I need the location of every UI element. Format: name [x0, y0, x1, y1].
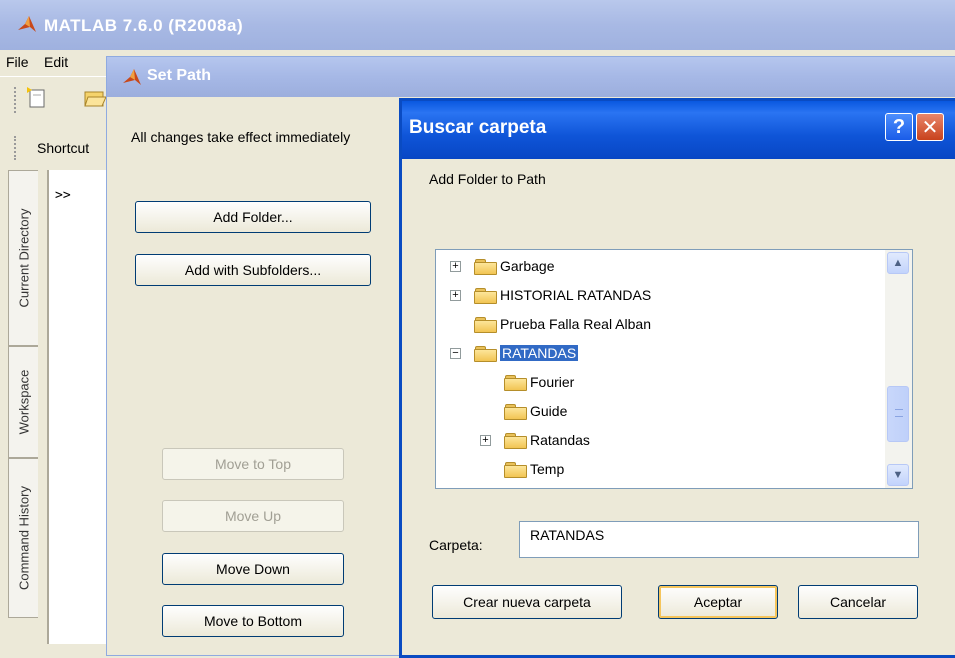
- shortcut-grip[interactable]: [14, 136, 16, 160]
- tree-item[interactable]: Prueba Falla Real Alban: [436, 312, 876, 338]
- tree-item-label: HISTORIAL RATANDAS: [500, 287, 651, 303]
- tree-item[interactable]: + HISTORIAL RATANDAS: [436, 283, 876, 309]
- browse-titlebar: Buscar carpeta ? ✕: [402, 101, 955, 159]
- toolbar-grip[interactable]: [14, 87, 16, 113]
- tab-command-history[interactable]: Command History: [8, 458, 38, 618]
- folder-tree[interactable]: + Garbage + HISTORIAL RATANDAS Prueba Falla …: [435, 249, 913, 489]
- collapse-icon[interactable]: −: [450, 348, 461, 359]
- matlab-logo-icon: [123, 69, 141, 85]
- tab-current-directory[interactable]: Current Directory: [8, 170, 38, 346]
- new-file-icon[interactable]: [24, 85, 50, 111]
- tree-item-text: Guide: [530, 403, 568, 419]
- main-menubar: File Edit: [0, 50, 120, 76]
- tree-item[interactable]: + Garbage: [436, 254, 876, 280]
- tab-label: Current Directory: [16, 208, 31, 308]
- tree-item-text: Temp: [530, 461, 565, 477]
- folder-icon: [474, 287, 498, 304]
- tree-item-label: Prueba Falla Real Alban: [500, 316, 651, 332]
- shortcut-label[interactable]: Shortcut: [37, 140, 89, 156]
- tree-item-label: Garbage: [500, 258, 554, 274]
- add-folder-button[interactable]: Add Folder...: [135, 201, 371, 233]
- tab-workspace[interactable]: Workspace: [8, 346, 38, 458]
- ok-button[interactable]: Aceptar: [658, 585, 778, 619]
- folder-icon: [504, 403, 528, 420]
- side-tab-strip: Current Directory Workspace Command Hist…: [0, 170, 48, 644]
- scroll-up-icon[interactable]: ▲: [887, 252, 909, 274]
- main-toolbar: [0, 76, 120, 122]
- expand-icon[interactable]: +: [450, 261, 461, 272]
- tree-item-text: RATANDAS: [500, 345, 579, 361]
- folder-input[interactable]: [519, 521, 919, 558]
- command-prompt: >>: [55, 188, 71, 203]
- folder-icon: [504, 461, 528, 478]
- tree-item-text: Ratandas: [530, 432, 590, 448]
- browse-title: Buscar carpeta: [409, 117, 547, 138]
- menu-file[interactable]: File: [6, 54, 29, 70]
- add-with-subfolders-button[interactable]: Add with Subfolders...: [135, 254, 371, 286]
- tab-label: Workspace: [16, 369, 31, 435]
- tree-item-label: RATANDAS: [500, 345, 579, 361]
- folder-icon: [474, 258, 498, 275]
- scroll-thumb[interactable]: [887, 386, 909, 442]
- tree-item-text: Fourier: [530, 374, 575, 390]
- move-to-top-button[interactable]: Move to Top: [162, 448, 344, 480]
- tree-item-label: Guide: [530, 403, 567, 419]
- set-path-title: Set Path: [147, 67, 212, 84]
- tree-item-text: Prueba Falla Real Alban: [500, 316, 651, 332]
- tree-item-label: Ratandas: [530, 432, 590, 448]
- main-titlebar: MATLAB 7.6.0 (R2008a): [0, 0, 955, 50]
- tab-label: Command History: [16, 485, 31, 591]
- tree-item-label: Temp: [530, 461, 564, 477]
- tree-item-label: Fourier: [530, 374, 574, 390]
- tree-item[interactable]: Temp: [436, 457, 876, 483]
- folder-icon: [474, 316, 498, 333]
- move-down-button[interactable]: Move Down: [162, 553, 344, 585]
- set-path-titlebar: Set Path: [107, 57, 955, 97]
- menu-edit[interactable]: Edit: [44, 54, 68, 70]
- expand-icon[interactable]: +: [480, 435, 491, 446]
- expand-icon[interactable]: +: [450, 290, 461, 301]
- browse-instruction: Add Folder to Path: [429, 171, 546, 187]
- set-path-info-text: All changes take effect immediately: [131, 129, 351, 145]
- folder-icon: [474, 345, 498, 362]
- move-to-bottom-button[interactable]: Move to Bottom: [162, 605, 344, 637]
- new-folder-button[interactable]: Crear nueva carpeta: [432, 585, 622, 619]
- folder-label: Carpeta:: [429, 537, 483, 553]
- main-window-title: MATLAB 7.6.0 (R2008a): [44, 16, 244, 35]
- tree-item[interactable]: − RATANDAS: [436, 341, 876, 367]
- browse-folder-dialog: Buscar carpeta ? ✕ Add Folder to Path + G…: [399, 98, 955, 658]
- tree-item[interactable]: Guide: [436, 399, 876, 425]
- scroll-thumb-grip: [895, 409, 903, 417]
- cancel-button[interactable]: Cancelar: [798, 585, 918, 619]
- close-button[interactable]: ✕: [916, 113, 944, 141]
- folder-icon: [504, 432, 528, 449]
- tree-item[interactable]: Fourier: [436, 370, 876, 396]
- move-up-button[interactable]: Move Up: [162, 500, 344, 532]
- shortcut-bar: Shortcut: [0, 130, 120, 166]
- help-button[interactable]: ?: [885, 113, 913, 141]
- tree-item[interactable]: + Ratandas: [436, 428, 876, 454]
- tree-item-text: HISTORIAL RATANDAS: [500, 287, 652, 303]
- matlab-logo-icon: [18, 16, 36, 32]
- tree-item-text: Garbage: [500, 258, 555, 274]
- folder-icon: [504, 374, 528, 391]
- scroll-down-icon[interactable]: ▼: [887, 464, 909, 486]
- open-folder-icon[interactable]: [82, 85, 108, 111]
- tree-scrollbar[interactable]: ▲ ▼: [885, 250, 912, 488]
